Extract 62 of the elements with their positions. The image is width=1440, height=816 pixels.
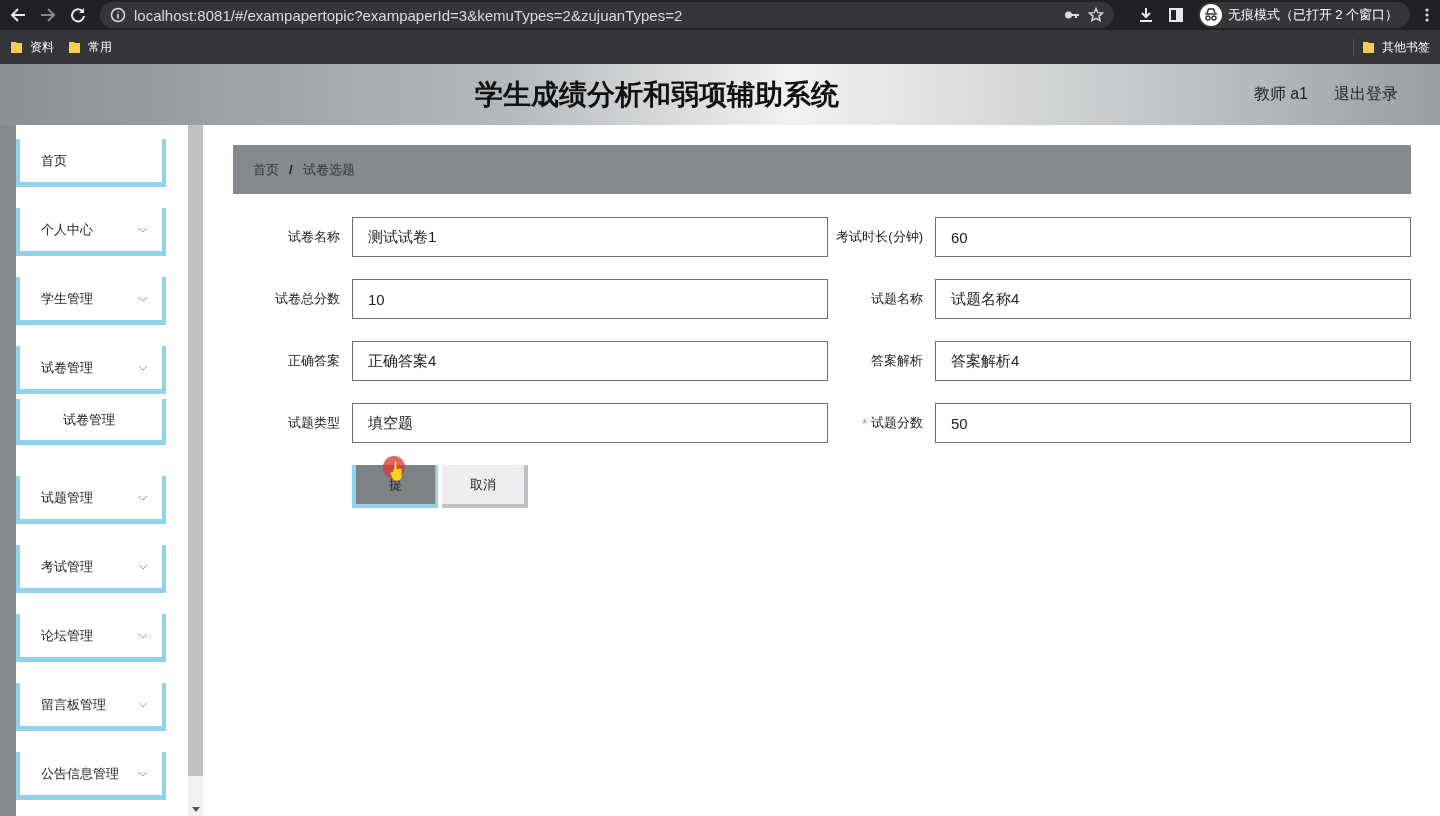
field-label: 试卷名称: [288, 228, 340, 246]
cancel-button[interactable]: 取消: [442, 465, 528, 508]
address-field[interactable]: localhost:8081/#/exampapertopic?exampaperId=3&kemuTypes=2&zujuanTypes=2: [100, 2, 1114, 28]
bookmark[interactable]: 其他书签: [1353, 38, 1430, 56]
chevron-down-icon[interactable]: [138, 563, 148, 570]
sidebar-item[interactable]: 留言板管理: [16, 683, 166, 731]
input-field[interactable]: 60: [935, 217, 1411, 257]
sidebar-item[interactable]: 试卷管理: [16, 346, 166, 394]
field-label: 试题类型: [288, 414, 340, 432]
bookmark[interactable]: 常用: [68, 38, 112, 56]
field-label: 试卷总分数: [275, 290, 340, 308]
folder-icon[interactable]: [68, 40, 81, 54]
forward-icon[interactable]: [40, 7, 56, 23]
incognito-chip[interactable]: 无痕模式（已打开 2 个窗口）: [1197, 2, 1410, 28]
reload-icon[interactable]: [70, 7, 86, 23]
chevron-down-icon[interactable]: [138, 364, 148, 371]
chevron-down-icon[interactable]: [138, 295, 148, 302]
sidebar-item[interactable]: 首页: [16, 139, 166, 187]
sidebar-item[interactable]: 考试管理: [16, 545, 166, 593]
sidebar-item[interactable]: 个人中心: [16, 208, 166, 256]
logout-link[interactable]: 退出登录: [1334, 84, 1398, 105]
scroll-down-icon[interactable]: [191, 807, 201, 813]
field-label: 考试时长(分钟): [836, 228, 923, 246]
input-field[interactable]: 50: [935, 403, 1411, 443]
incognito-icon[interactable]: [1199, 4, 1222, 26]
sidebar-item[interactable]: 公告信息管理: [16, 752, 166, 800]
chevron-down-icon[interactable]: [138, 632, 148, 639]
download-icon[interactable]: [1137, 7, 1154, 23]
input-field[interactable]: 试题名称4: [935, 279, 1411, 319]
side-panel-icon[interactable]: [1167, 7, 1184, 23]
chevron-down-icon[interactable]: [138, 226, 148, 233]
chevron-down-icon[interactable]: [138, 494, 148, 501]
field-label: 正确答案: [288, 352, 340, 370]
more-icon[interactable]: [1424, 7, 1430, 23]
folder-icon[interactable]: [1362, 40, 1375, 54]
breadcrumb-item: 试卷选题: [302, 160, 355, 179]
input-field[interactable]: 测试试卷1: [352, 217, 828, 257]
bookmark[interactable]: 资料: [10, 38, 54, 56]
info-icon[interactable]: [110, 7, 126, 23]
input-field[interactable]: 10: [352, 279, 828, 319]
field-label: 试题名称: [871, 290, 923, 308]
required-mark: *: [861, 415, 867, 431]
chevron-down-icon[interactable]: [138, 770, 148, 777]
breadcrumb-separator: /: [289, 162, 293, 177]
field-label: 试题分数: [871, 414, 923, 432]
sidebar-item[interactable]: 论坛管理: [16, 614, 166, 662]
scrollbar[interactable]: [188, 125, 203, 816]
star-icon[interactable]: [1087, 7, 1104, 23]
sidebar-item[interactable]: 试题管理: [16, 476, 166, 524]
chevron-down-icon[interactable]: [138, 701, 148, 708]
breadcrumb-item[interactable]: 首页: [253, 160, 279, 179]
user-name: 教师 a1: [1253, 84, 1308, 104]
page-title: 学生成绩分析和弱项辅助系统: [473, 77, 840, 112]
url-text: localhost:8081/#/exampapertopic?exampaperId=3&kemuTypes=2&zujuanTypes=2: [134, 6, 683, 24]
sidebar-subitem[interactable]: 试卷管理: [16, 399, 166, 445]
input-field[interactable]: 答案解析4: [935, 341, 1411, 381]
field-label: 答案解析: [871, 352, 923, 370]
sidebar-item[interactable]: 学生管理: [16, 277, 166, 325]
input-field[interactable]: 填空题: [352, 403, 828, 443]
back-icon[interactable]: [10, 7, 26, 23]
input-field[interactable]: 正确答案4: [352, 341, 828, 381]
folder-icon[interactable]: [10, 40, 23, 54]
